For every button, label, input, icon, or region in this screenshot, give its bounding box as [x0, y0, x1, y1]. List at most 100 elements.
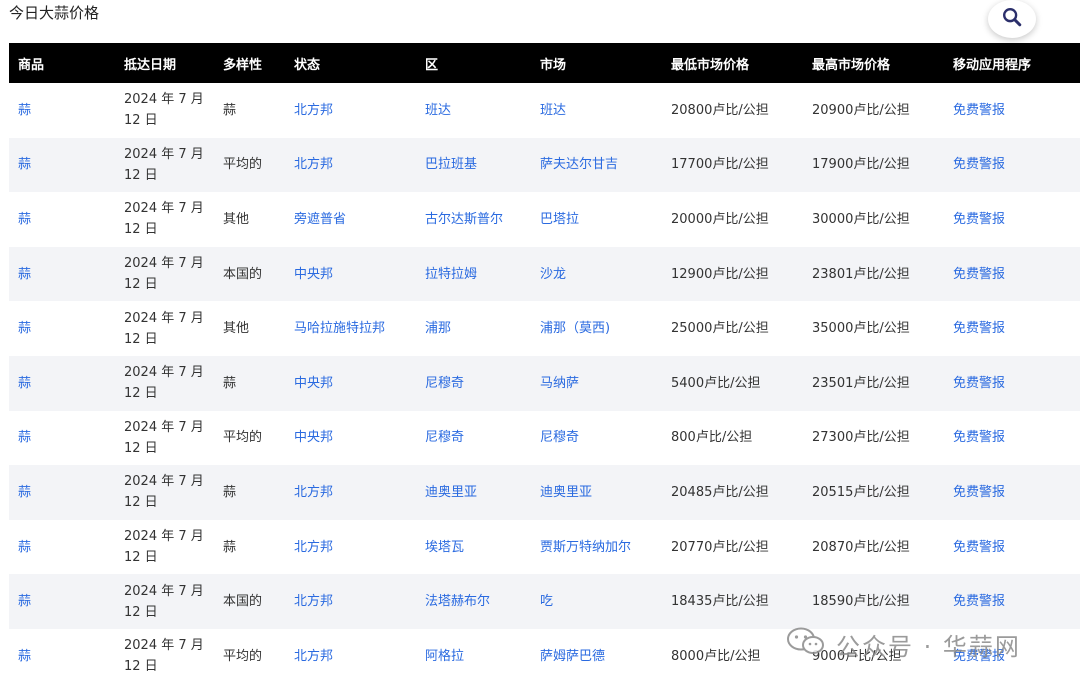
- cell-max-price: 20515卢比/公担: [812, 484, 910, 500]
- header-max-price: 最高市场价格: [812, 57, 891, 73]
- cell-district[interactable]: 巴拉班基: [425, 157, 477, 172]
- table-cell: 2024 年 7 月 12 日: [115, 520, 214, 575]
- cell-arrival-date: 2024 年 7 月 12 日: [124, 256, 204, 293]
- cell-variety: 其他: [223, 321, 250, 337]
- table-row: 蒜 2024 年 7 月 12 日 蒜 北方邦 埃塔瓦 贾斯万特纳加尔 20770卢比/公担…: [9, 519, 1080, 575]
- cell-free-alert-link[interactable]: 免费警报: [953, 594, 1005, 609]
- cell-commodity[interactable]: 蒜: [18, 485, 31, 500]
- cell-market[interactable]: 尼穆奇: [540, 430, 579, 445]
- table-cell: 免费警报: [944, 356, 1080, 411]
- cell-max-price: 17900卢比/公担: [812, 157, 910, 173]
- cell-market[interactable]: 萨姆萨巴德: [540, 649, 605, 664]
- table-cell: 本国的: [214, 574, 285, 629]
- cell-commodity[interactable]: 蒜: [18, 376, 31, 391]
- table-cell: 2024 年 7 月 12 日: [115, 411, 214, 466]
- cell-free-alert-link[interactable]: 免费警报: [953, 267, 1005, 282]
- table-cell: 23501卢比/公担: [803, 356, 944, 411]
- table-cell: 浦那（莫西): [531, 301, 662, 356]
- table-cell: 18590卢比/公担: [803, 574, 944, 629]
- cell-state[interactable]: 北方邦: [294, 649, 333, 664]
- table-cell: 浦那: [416, 301, 531, 356]
- cell-district[interactable]: 埃塔瓦: [425, 540, 464, 555]
- cell-state[interactable]: 北方邦: [294, 103, 333, 118]
- cell-min-price: 18435卢比/公担: [671, 594, 769, 610]
- table-cell: 2024 年 7 月 12 日: [115, 138, 214, 193]
- cell-state[interactable]: 北方邦: [294, 594, 333, 609]
- cell-district[interactable]: 阿格拉: [425, 649, 464, 664]
- cell-district[interactable]: 尼穆奇: [425, 430, 464, 445]
- table-cell: 尼穆奇: [531, 411, 662, 466]
- cell-arrival-date: 2024 年 7 月 12 日: [124, 310, 204, 347]
- cell-market[interactable]: 贾斯万特纳加尔: [540, 540, 631, 555]
- cell-market[interactable]: 吃: [540, 594, 553, 609]
- table-cell: 本国的: [214, 247, 285, 302]
- cell-state[interactable]: 北方邦: [294, 540, 333, 555]
- table-cell: 2024 年 7 月 12 日: [115, 356, 214, 411]
- cell-commodity[interactable]: 蒜: [18, 267, 31, 282]
- cell-variety: 蒜: [223, 539, 237, 555]
- cell-commodity[interactable]: 蒜: [18, 212, 31, 227]
- table-cell: 蒜: [214, 83, 285, 138]
- table-cell: 蒜: [9, 574, 115, 629]
- cell-free-alert-link[interactable]: 免费警报: [953, 540, 1005, 555]
- cell-free-alert-link[interactable]: 免费警报: [953, 485, 1005, 500]
- cell-state[interactable]: 中央邦: [294, 267, 333, 282]
- table-cell: 班达: [531, 83, 662, 138]
- cell-free-alert-link[interactable]: 免费警报: [953, 157, 1005, 172]
- cell-commodity[interactable]: 蒜: [18, 103, 31, 118]
- price-table: 商品 抵达日期 多样性 状态 区 市场 最低市场价格 最高市场价格 移动应用程序…: [9, 43, 1080, 684]
- cell-state[interactable]: 马哈拉施特拉邦: [294, 321, 385, 336]
- cell-commodity[interactable]: 蒜: [18, 157, 31, 172]
- table-cell: 35000卢比/公担: [803, 301, 944, 356]
- cell-state[interactable]: 中央邦: [294, 430, 333, 445]
- cell-free-alert-link[interactable]: 免费警报: [953, 212, 1005, 227]
- search-button[interactable]: [988, 0, 1036, 38]
- cell-district[interactable]: 尼穆奇: [425, 376, 464, 391]
- cell-state[interactable]: 中央邦: [294, 376, 333, 391]
- cell-free-alert-link[interactable]: 免费警报: [953, 103, 1005, 118]
- table-cell: 免费警报: [944, 192, 1080, 247]
- table-cell: 免费警报: [944, 465, 1080, 520]
- cell-market[interactable]: 巴塔拉: [540, 212, 579, 227]
- cell-commodity[interactable]: 蒜: [18, 430, 31, 445]
- cell-district[interactable]: 班达: [425, 103, 451, 118]
- cell-market[interactable]: 浦那（莫西): [540, 321, 610, 336]
- cell-district[interactable]: 法塔赫布尔: [425, 594, 490, 609]
- cell-district[interactable]: 古尔达斯普尔: [425, 212, 503, 227]
- table-cell: 尼穆奇: [416, 356, 531, 411]
- table-cell: 20800卢比/公担: [662, 83, 803, 138]
- cell-market[interactable]: 班达: [540, 103, 566, 118]
- cell-market[interactable]: 萨夫达尔甘吉: [540, 157, 618, 172]
- cell-variety: 平均的: [223, 430, 263, 446]
- cell-free-alert-link[interactable]: 免费警报: [953, 321, 1005, 336]
- table-cell: 23801卢比/公担: [803, 247, 944, 302]
- cell-market[interactable]: 马纳萨: [540, 376, 579, 391]
- table-row: 蒜 2024 年 7 月 12 日 其他 马哈拉施特拉邦 浦那 浦那（莫西) 25000卢比…: [9, 301, 1080, 356]
- cell-commodity[interactable]: 蒜: [18, 649, 31, 664]
- table-cell: 2024 年 7 月 12 日: [115, 83, 214, 138]
- table-cell: 20515卢比/公担: [803, 465, 944, 520]
- cell-commodity[interactable]: 蒜: [18, 321, 31, 336]
- table-cell: 2024 年 7 月 12 日: [115, 629, 214, 684]
- table-cell: 25000卢比/公担: [662, 301, 803, 356]
- cell-max-price: 27300卢比/公担: [812, 430, 910, 446]
- cell-state[interactable]: 北方邦: [294, 157, 333, 172]
- cell-district[interactable]: 浦那: [425, 321, 451, 336]
- cell-commodity[interactable]: 蒜: [18, 594, 31, 609]
- table-cell: 尼穆奇: [416, 411, 531, 466]
- cell-market[interactable]: 沙龙: [540, 267, 566, 282]
- table-row: 蒜 2024 年 7 月 12 日 蒜 北方邦 班达 班达 20800卢比/公担 20900卢…: [9, 83, 1080, 138]
- cell-district[interactable]: 迪奥里亚: [425, 485, 477, 500]
- cell-arrival-date: 2024 年 7 月 12 日: [124, 474, 204, 511]
- table-cell: 5400卢比/公担: [662, 356, 803, 411]
- cell-free-alert-link[interactable]: 免费警报: [953, 376, 1005, 391]
- cell-district[interactable]: 拉特拉姆: [425, 267, 477, 282]
- table-cell: 迪奥里亚: [416, 465, 531, 520]
- cell-free-alert-link[interactable]: 免费警报: [953, 430, 1005, 445]
- cell-market[interactable]: 迪奥里亚: [540, 485, 592, 500]
- cell-state[interactable]: 北方邦: [294, 485, 333, 500]
- cell-state[interactable]: 旁遮普省: [294, 212, 346, 227]
- table-cell: 30000卢比/公担: [803, 192, 944, 247]
- cell-commodity[interactable]: 蒜: [18, 540, 31, 555]
- table-cell: 蒜: [9, 138, 115, 193]
